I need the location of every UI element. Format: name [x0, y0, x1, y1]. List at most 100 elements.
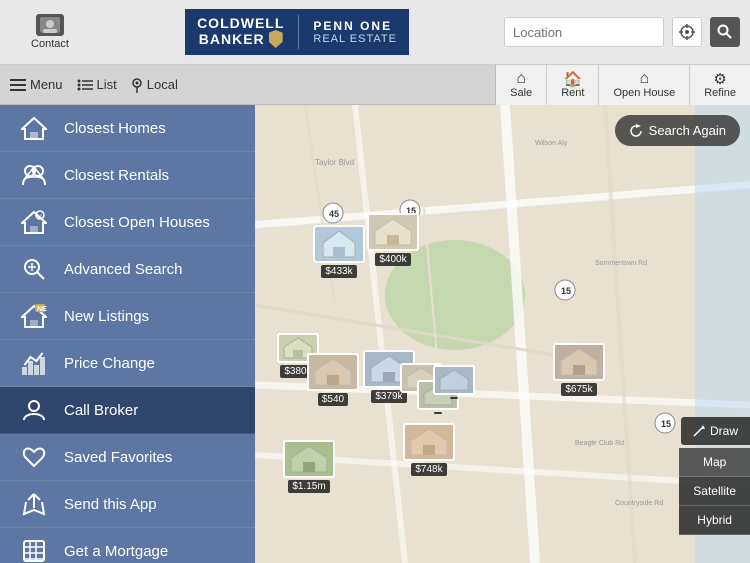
map-area[interactable]: 15 15 15 45 Taylor Blvd Wilson Aly Somme… — [255, 105, 750, 563]
sidebar-item-price-change[interactable]: Price Change — [0, 340, 255, 387]
logo-banker: BANKER — [199, 32, 265, 46]
map-view-satellite[interactable]: Satellite — [679, 477, 750, 506]
call-broker-icon — [18, 398, 50, 422]
refresh-icon — [629, 124, 643, 138]
contact-area: Contact — [10, 14, 90, 50]
draw-button[interactable]: Draw — [681, 417, 750, 445]
new-listings-label: New Listings — [64, 308, 149, 325]
logo-coldwell: COLDWELL — [197, 16, 284, 30]
map-pin-1[interactable]: $433k — [313, 225, 365, 278]
rentals-icon — [18, 163, 50, 187]
satellite-label: Satellite — [693, 484, 736, 498]
svg-text:15: 15 — [561, 286, 571, 296]
svg-text:15: 15 — [661, 419, 671, 429]
send-app-icon — [18, 492, 50, 516]
call-broker-label: Call Broker — [64, 402, 138, 419]
sidebar-item-new-listings[interactable]: NEW New Listings — [0, 293, 255, 340]
sale-icon: ⌂ — [516, 71, 526, 87]
header: Contact COLDWELL BANKER PENN ONE REAL ES… — [0, 0, 750, 65]
svg-text:Wilson Aly: Wilson Aly — [535, 140, 568, 147]
sidebar-item-advanced-search[interactable]: Advanced Search — [0, 246, 255, 293]
advanced-search-label: Advanced Search — [64, 261, 182, 278]
pin-thumb — [367, 213, 419, 251]
open-houses-icon: ✓ — [18, 210, 50, 234]
subheader: Menu List Local ⌂ Sale 🏠 Rent ⌂ Open Hou… — [0, 65, 750, 105]
map-pin-4[interactable]: $540 — [307, 353, 359, 406]
sidebar-item-get-mortgage[interactable]: Get a Mortgage — [0, 528, 255, 563]
gps-button[interactable] — [672, 17, 702, 47]
menu-controls: Menu List Local — [10, 77, 178, 93]
logo-box: COLDWELL BANKER PENN ONE REAL ESTATE — [185, 9, 409, 55]
menu-label: Menu — [30, 77, 63, 92]
map-pin-9[interactable]: $675k — [553, 343, 605, 396]
list-button[interactable]: List — [77, 77, 117, 92]
pin-price: $675k — [561, 383, 596, 396]
pin-thumb — [283, 440, 335, 478]
logo-shield-icon — [269, 30, 283, 48]
pin-price: $748k — [411, 463, 446, 476]
tab-refine-label: Refine — [704, 87, 736, 99]
contact-icon — [36, 14, 64, 36]
list-label: List — [97, 77, 117, 92]
svg-text:NEW: NEW — [37, 306, 47, 313]
price-change-icon — [18, 351, 50, 375]
logo-area: COLDWELL BANKER PENN ONE REAL ESTATE — [90, 9, 504, 55]
menu-button[interactable]: Menu — [10, 77, 63, 92]
search-button[interactable] — [710, 17, 740, 47]
tab-refine[interactable]: ⚙ Refine — [690, 65, 750, 105]
sidebar-item-closest-homes[interactable]: Closest Homes — [0, 105, 255, 152]
local-button[interactable]: Local — [131, 77, 178, 93]
sidebar: Closest Homes Closest Rentals ✓ Closest … — [0, 105, 255, 563]
closest-open-houses-label: Closest Open Houses — [64, 214, 210, 231]
logo-penn: PENN ONE — [313, 19, 397, 33]
map-label: Map — [703, 455, 726, 469]
saved-favorites-label: Saved Favorites — [64, 449, 172, 466]
pin-thumb — [433, 365, 475, 395]
tab-open-house[interactable]: ⌂ Open House — [599, 65, 690, 105]
location-input[interactable] — [504, 17, 664, 47]
map-view-controls: Map Satellite Hybrid — [679, 448, 750, 535]
tab-rent[interactable]: 🏠 Rent — [547, 65, 599, 105]
local-label: Local — [147, 77, 178, 92]
rent-icon: 🏠 — [563, 72, 582, 87]
tab-bar: ⌂ Sale 🏠 Rent ⌂ Open House ⚙ Refine — [495, 65, 750, 105]
refine-icon: ⚙ — [713, 72, 726, 87]
search-bar — [504, 17, 740, 47]
saved-favorites-icon — [18, 445, 50, 469]
sidebar-item-send-this-app[interactable]: Send this App — [0, 481, 255, 528]
map-pin-10[interactable]: $748k — [403, 423, 455, 476]
sidebar-item-saved-favorites[interactable]: Saved Favorites — [0, 434, 255, 481]
sidebar-item-closest-open-houses[interactable]: ✓ Closest Open Houses — [0, 199, 255, 246]
svg-text:Taylor Blvd: Taylor Blvd — [315, 158, 354, 167]
map-pin-11[interactable]: $1.15m — [283, 440, 335, 493]
advanced-search-icon — [18, 257, 50, 281]
pin-price: $433k — [321, 265, 356, 278]
svg-text:Countryside Rd: Countryside Rd — [615, 500, 663, 507]
mortgage-label: Get a Mortgage — [64, 543, 168, 560]
sidebar-item-call-broker[interactable]: Call Broker — [0, 387, 255, 434]
search-again-button[interactable]: Search Again — [615, 115, 740, 146]
draw-icon — [693, 425, 705, 437]
svg-text:Beagle Club Rd: Beagle Club Rd — [575, 440, 624, 447]
search-again-label: Search Again — [649, 123, 726, 138]
logo-divider — [298, 15, 299, 49]
map-pin-2[interactable]: $400k — [367, 213, 419, 266]
tab-sale-label: Sale — [510, 87, 532, 99]
closest-rentals-label: Closest Rentals — [64, 167, 169, 184]
contact-label[interactable]: Contact — [31, 38, 69, 50]
map-view-hybrid[interactable]: Hybrid — [679, 506, 750, 535]
sidebar-item-closest-rentals[interactable]: Closest Rentals — [0, 152, 255, 199]
tab-sale[interactable]: ⌂ Sale — [496, 65, 547, 105]
price-change-label: Price Change — [64, 355, 155, 372]
map-pin-8[interactable] — [433, 365, 475, 399]
new-listings-icon: NEW — [18, 304, 50, 328]
map-view-map[interactable]: Map — [679, 448, 750, 477]
pin-price: $400k — [375, 253, 410, 266]
mortgage-icon — [18, 539, 50, 563]
hybrid-label: Hybrid — [697, 513, 732, 527]
pin-price: $540 — [318, 393, 348, 406]
send-app-label: Send this App — [64, 496, 157, 513]
main-content: Closest Homes Closest Rentals ✓ Closest … — [0, 105, 750, 563]
svg-text:45: 45 — [329, 209, 339, 219]
logo-realestate: REAL ESTATE — [313, 33, 397, 45]
